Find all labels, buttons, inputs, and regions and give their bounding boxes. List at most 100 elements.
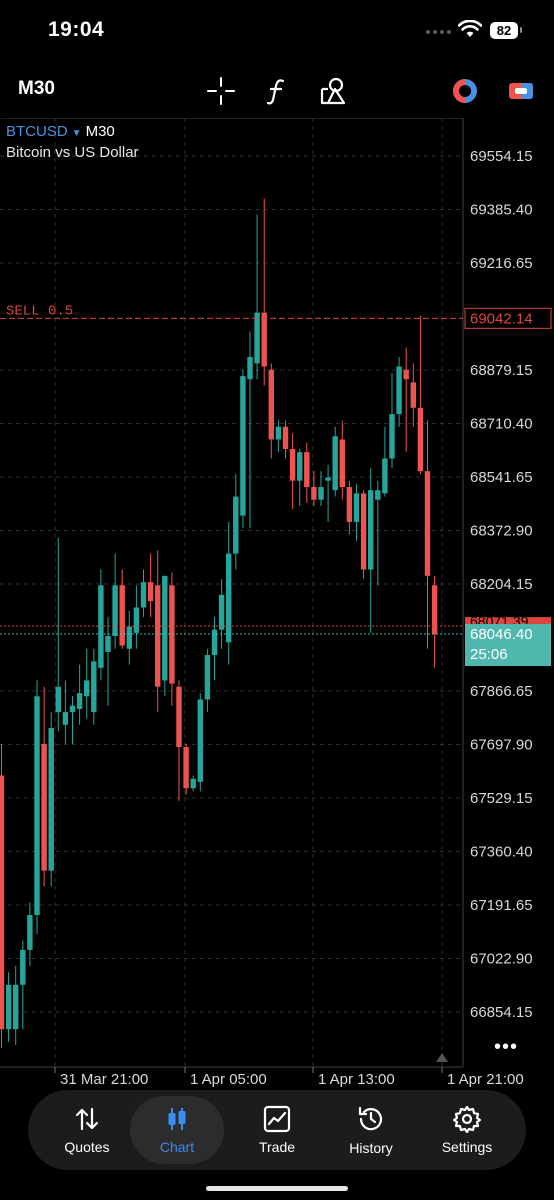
candle-body: [162, 575, 168, 681]
candle-body: [84, 680, 90, 697]
candle-body: [183, 747, 189, 789]
candle-body: [332, 436, 338, 491]
bar-countdown: 25:06: [470, 646, 508, 663]
candle-body: [119, 585, 125, 646]
price-tick-label: 67697.90: [470, 737, 533, 754]
time-tick-label: 1 Apr 13:00: [318, 1071, 395, 1088]
candle-body: [268, 369, 274, 440]
candle-body: [424, 471, 431, 576]
price-tick-label: 68372.90: [470, 523, 533, 540]
candle-body: [410, 382, 416, 408]
settings-gear-icon: [453, 1105, 481, 1133]
status-bar: 19:04 82: [0, 0, 554, 60]
chart-symbol-header[interactable]: BTCUSD ▼ M30: [6, 123, 115, 140]
candlestick-chart[interactable]: 69554.15 69385.40 69216.65 68879.15 68710.40…: [0, 118, 554, 1100]
home-indicator: [206, 1186, 348, 1191]
candle-body: [375, 490, 381, 500]
candle-body: [155, 585, 161, 687]
candle-body: [339, 439, 345, 488]
trade-signals-icon[interactable]: [448, 74, 482, 108]
symbol-description: Bitcoin vs US Dollar: [6, 144, 139, 161]
time-tick-label: 1 Apr 21:00: [447, 1071, 524, 1088]
candle-body: [62, 712, 69, 725]
cellular-signal-icon: [426, 30, 451, 34]
symbol-dropdown-icon[interactable]: ▼: [72, 128, 82, 139]
tab-label: Chart: [159, 1139, 195, 1155]
tab-quotes[interactable]: Quotes: [40, 1090, 134, 1170]
price-chart[interactable]: 69554.15 69385.40 69216.65 68879.15 68710.40…: [0, 118, 554, 1100]
candle-body: [240, 376, 246, 516]
candle-body: [304, 452, 310, 488]
candlestick-chart-icon: [168, 1108, 186, 1130]
tab-label: History: [349, 1140, 393, 1156]
price-tick-label: 68879.15: [470, 362, 533, 379]
price-tick-label: 68541.65: [470, 469, 533, 486]
tab-history[interactable]: History: [324, 1090, 418, 1170]
candle-body: [133, 607, 140, 633]
candle-body: [311, 487, 317, 500]
candle-body: [275, 426, 282, 440]
candle-body: [76, 693, 83, 709]
candle-body: [91, 661, 97, 713]
sell-order-label: SELL 0.5: [6, 303, 73, 319]
price-tick-label: 67866.65: [470, 683, 533, 700]
price-tick-label: 69554.15: [470, 148, 533, 165]
tab-label: Trade: [258, 1139, 296, 1155]
candle-body: [403, 369, 409, 380]
price-tick-label: 67529.15: [470, 790, 533, 807]
candle-body: [247, 357, 253, 380]
candle-body: [112, 585, 118, 637]
price-tick-label: 67022.90: [470, 951, 533, 968]
candle-body: [325, 477, 331, 481]
tab-settings[interactable]: Settings: [420, 1090, 514, 1170]
tab-chart[interactable]: Chart: [130, 1096, 224, 1164]
candle-body: [261, 312, 267, 367]
battery-tip: [520, 27, 522, 33]
sell-order-price: 69042.14: [470, 310, 533, 327]
objects-icon[interactable]: [316, 74, 350, 108]
candle-body: [396, 366, 402, 415]
candle-body: [197, 699, 203, 782]
candle-body: [0, 775, 5, 1030]
candle-body: [48, 727, 54, 871]
time-tick-label: 1 Apr 05:00: [190, 1071, 267, 1088]
candle-body: [353, 493, 360, 522]
candle-body: [254, 312, 260, 364]
price-tick-label: 67360.40: [470, 844, 533, 861]
timeframe-button[interactable]: M30: [18, 78, 55, 100]
chart-timeframe-label: M30: [85, 123, 115, 140]
tab-trade[interactable]: Trade: [230, 1090, 324, 1170]
candle-body: [147, 582, 154, 602]
candle-body: [5, 984, 12, 1030]
candle-body: [34, 696, 40, 916]
candle-body: [282, 426, 289, 449]
more-options-icon[interactable]: •••: [494, 1036, 518, 1059]
wifi-icon: [457, 19, 483, 43]
candle-body: [417, 407, 424, 472]
candle-body: [368, 490, 374, 570]
candle-body: [13, 984, 19, 1030]
price-tick-label: 68710.40: [470, 416, 533, 433]
candle-body: [346, 487, 353, 522]
candle-body: [69, 705, 76, 713]
candle-body: [218, 594, 225, 630]
bid-price: 68046.40: [470, 626, 533, 643]
candle-body: [140, 582, 147, 608]
price-tick-label: 69216.65: [470, 255, 533, 272]
candle-body: [20, 949, 26, 985]
function-icon[interactable]: [260, 74, 294, 108]
candle-body: [190, 778, 196, 789]
price-tick-label: 66854.15: [470, 1004, 533, 1021]
candle-body: [389, 414, 395, 459]
candle-body: [105, 636, 111, 652]
symbol-name[interactable]: BTCUSD: [6, 123, 68, 140]
candle-body: [176, 686, 182, 748]
price-tick-label: 69385.40: [470, 202, 533, 219]
crosshair-icon[interactable]: [204, 74, 238, 108]
candle-body: [233, 496, 239, 554]
tab-label: Settings: [441, 1139, 493, 1155]
candle-body: [27, 915, 33, 950]
bottom-tab-bar: Quotes Chart Trade History Settings: [28, 1090, 526, 1170]
one-click-trading-icon[interactable]: [504, 74, 538, 108]
candle-body: [431, 585, 438, 635]
